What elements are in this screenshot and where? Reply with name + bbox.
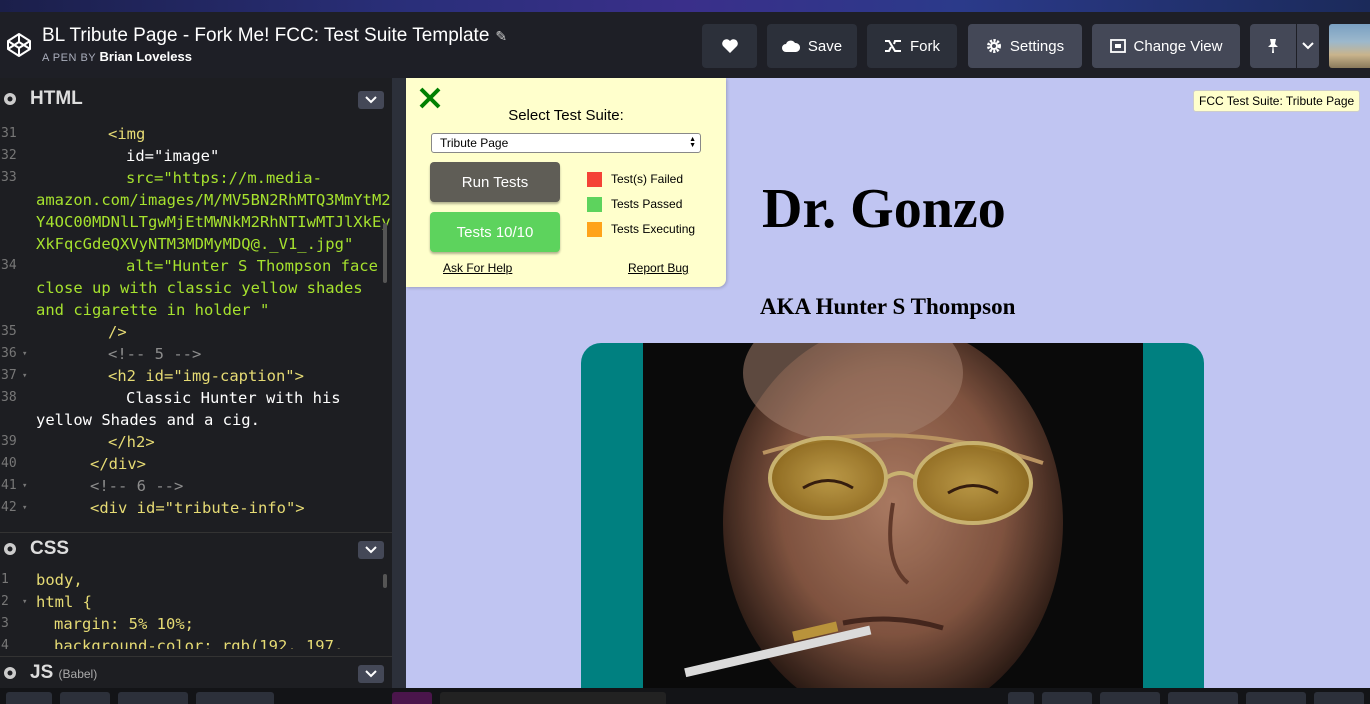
like-button[interactable] (702, 24, 757, 68)
footer-tab[interactable] (6, 692, 52, 704)
fcc-test-suite-tooltip: FCC Test Suite: Tribute Page (1193, 90, 1361, 112)
js-panel-collapse-button[interactable] (358, 665, 384, 683)
css-panel-collapse-button[interactable] (358, 541, 384, 559)
select-arrows-icon: ▲ ▼ (689, 136, 696, 149)
pen-header: BL Tribute Page - Fork Me! FCC: Test Sui… (0, 12, 1370, 78)
save-button[interactable]: Save (767, 24, 857, 68)
ask-for-help-link[interactable]: Ask For Help (443, 261, 512, 275)
footer-tab[interactable] (118, 692, 188, 704)
code-line: 34 alt="Hunter S Thompson face (1, 257, 378, 275)
footer-tab[interactable] (60, 692, 110, 704)
js-panel-header[interactable]: JS (Babel) (0, 656, 392, 688)
tribute-subtitle: AKA Hunter S Thompson (760, 294, 1016, 319)
change-view-button[interactable]: Change View (1092, 24, 1240, 68)
tribute-image (643, 343, 1143, 688)
bottom-bar (0, 688, 1370, 704)
pin-icon (1268, 39, 1278, 53)
codepen-logo-icon[interactable] (6, 32, 32, 58)
html-editor-scrollbar[interactable] (383, 223, 387, 283)
select-test-suite-label: Select Test Suite: (508, 107, 624, 124)
chevron-down-icon (1302, 42, 1314, 50)
code-line: 38 Classic Hunter with his (1, 389, 341, 407)
code-line: amazon.com/images/M/MV5BN2RhMTQ3MmYtM2 (36, 191, 391, 209)
author-link[interactable]: Brian Loveless (100, 49, 193, 64)
failed-swatch (587, 172, 602, 187)
code-line: 36 ▾ <!-- 5 --> (1, 345, 202, 363)
js-settings-gear-icon[interactable] (2, 665, 18, 681)
report-bug-link[interactable]: Report Bug (628, 261, 689, 275)
code-line: 31 <img (1, 125, 146, 143)
resize-divider[interactable] (392, 78, 406, 688)
html-panel-collapse-button[interactable] (358, 91, 384, 109)
code-line: close up with classic yellow shades (36, 279, 363, 297)
code-line: and cigarette in holder " (36, 301, 270, 319)
pen-title[interactable]: BL Tribute Page - Fork Me! FCC: Test Sui… (42, 25, 507, 47)
edit-pencil-icon[interactable]: ✎ (495, 28, 507, 45)
code-line: XkFqcGdeQXVyNTM3MDMyMDQ@._V1_.jpg" (36, 235, 354, 253)
code-line: 1 body, (1, 571, 83, 589)
css-panel-header[interactable]: CSS (0, 532, 392, 564)
css-settings-gear-icon[interactable] (2, 541, 18, 557)
passed-swatch (587, 197, 602, 212)
footer-tab[interactable] (1100, 692, 1160, 704)
html-settings-gear-icon[interactable] (2, 91, 18, 107)
code-line: 3 margin: 5% 10%; (1, 615, 194, 633)
footer-tab[interactable] (1042, 692, 1092, 704)
pen-byline: A PEN BY Brian Loveless (42, 49, 192, 64)
fcc-test-suite-panel: Select Test Suite: Tribute Page ▲ ▼ Run T… (406, 78, 726, 287)
run-tests-button[interactable]: Run Tests (430, 162, 560, 202)
footer-tab[interactable] (1314, 692, 1364, 704)
gear-icon (986, 39, 1001, 53)
cloud-icon (781, 40, 800, 52)
css-code-editor[interactable]: 1 body, 2 ▾ html { 3 margin: 5% 10%; 4 backgr… (0, 569, 392, 649)
pin-button[interactable] (1250, 24, 1296, 68)
settings-button[interactable]: Settings (968, 24, 1082, 68)
code-line: 35/> (1, 323, 127, 341)
code-line: 33 src="https://m.media- (1, 169, 322, 187)
html-code-editor[interactable]: 31 <img 32 id="image" 33 src="https://m.med… (0, 123, 392, 523)
footer-tab[interactable] (1246, 692, 1306, 704)
html-panel-label: HTML (30, 88, 83, 109)
code-line: 40 </div> (1, 455, 146, 473)
layout-icon (1109, 39, 1126, 53)
code-line: 41 ▾ <!-- 6 --> (1, 477, 184, 495)
code-line: 32 id="image" (1, 147, 220, 165)
css-panel-label: CSS (30, 538, 70, 559)
desktop-top-strip (0, 0, 1370, 12)
footer-tab[interactable] (1008, 692, 1034, 704)
code-line: 42 ▾ <div id="tribute-info"> (1, 499, 305, 517)
slack-icon[interactable] (392, 692, 432, 704)
tests-result-button[interactable]: Tests 10/10 (430, 212, 560, 252)
user-avatar[interactable] (1329, 24, 1370, 68)
executing-swatch (587, 222, 602, 237)
taskbar-window[interactable] (440, 692, 666, 704)
fork-button[interactable]: Fork (867, 24, 957, 68)
footer-tab[interactable] (196, 692, 274, 704)
code-line: 37 ▾ <h2 id="img-caption"> (1, 367, 304, 385)
css-editor-scrollbar[interactable] (383, 574, 387, 588)
code-line: 2 ▾ html { (1, 593, 92, 611)
editor-column: HTML 31 <img 32 id="image" 33 src="https://… (0, 78, 392, 688)
code-line: Y4OC00MDNlLTgwMjEtMWNkM2RhNTIwMTJlXkEy (36, 213, 391, 231)
heart-icon (721, 39, 738, 53)
tribute-title: Dr. Gonzo (762, 178, 1006, 240)
code-line: 4 background-color: rgb(192, 197, (1, 637, 344, 649)
html-panel-header[interactable]: HTML (0, 83, 392, 115)
pin-dropdown-button[interactable] (1297, 24, 1319, 68)
fork-icon (885, 40, 901, 52)
code-line: yellow Shades and a cig. (36, 411, 260, 429)
js-panel-label: JS (Babel) (30, 662, 98, 683)
test-suite-select[interactable]: Tribute Page ▲ ▼ (431, 133, 701, 153)
footer-tab[interactable] (1168, 692, 1238, 704)
code-line: 39 </h2> (1, 433, 155, 451)
